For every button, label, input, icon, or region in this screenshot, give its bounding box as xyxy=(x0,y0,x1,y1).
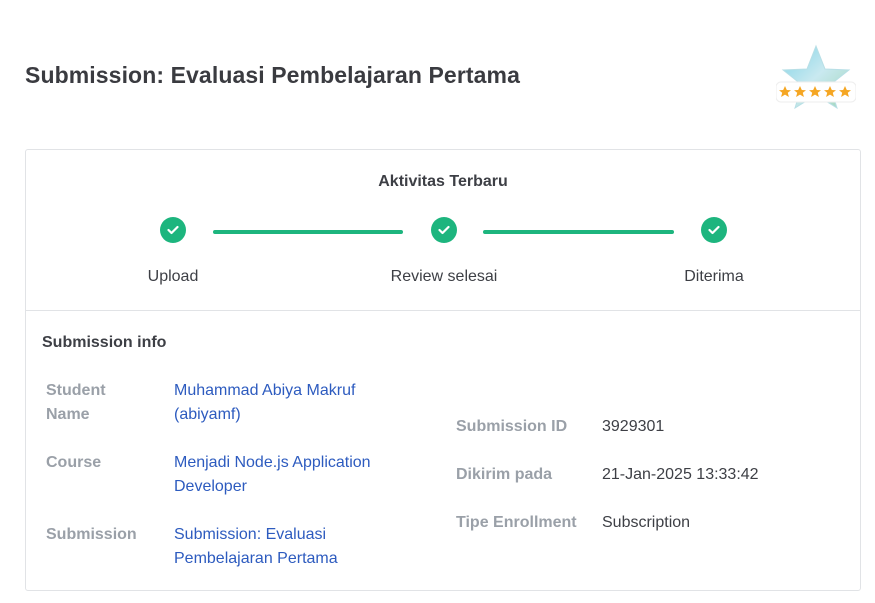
submission-card: Aktivitas Terbaru Upload Review selesai … xyxy=(25,149,861,591)
accepted-step-check-icon xyxy=(701,217,727,243)
submission-label: Submission xyxy=(46,526,137,543)
sent-at-label: Dikirim pada xyxy=(456,466,553,483)
enrollment-type-label: Tipe Enrollment xyxy=(456,514,577,531)
student-name-label: Student Name xyxy=(46,382,106,423)
review-step-check-icon xyxy=(431,217,457,243)
submission-id-value: 3929301 xyxy=(602,418,665,435)
student-name-link[interactable]: Muhammad Abiya Makruf (abiyamf) xyxy=(174,379,404,427)
submission-link[interactable]: Submission: Evaluasi Pembelajaran Pertam… xyxy=(174,523,374,571)
step-label-accepted: Diterima xyxy=(684,268,744,285)
sent-at-value: 21-Jan-2025 13:33:42 xyxy=(602,466,759,483)
enrollment-type-value: Subscription xyxy=(602,514,691,531)
submission-info-title: Submission info xyxy=(42,334,167,351)
divider xyxy=(26,310,860,311)
step-label-review: Review selesai xyxy=(390,268,498,285)
course-link[interactable]: Menjadi Node.js Application Developer xyxy=(174,451,404,499)
progress-line-2 xyxy=(483,230,674,234)
page-title: Submission: Evaluasi Pembelajaran Pertam… xyxy=(25,62,520,88)
five-star-rating-badge-icon xyxy=(775,44,857,110)
course-label: Course xyxy=(46,454,102,471)
progress-line-1 xyxy=(213,230,403,234)
submission-id-label: Submission ID xyxy=(456,418,568,435)
upload-step-check-icon xyxy=(160,217,186,243)
activity-title: Aktivitas Terbaru xyxy=(378,173,508,190)
step-label-upload: Upload xyxy=(147,268,199,285)
